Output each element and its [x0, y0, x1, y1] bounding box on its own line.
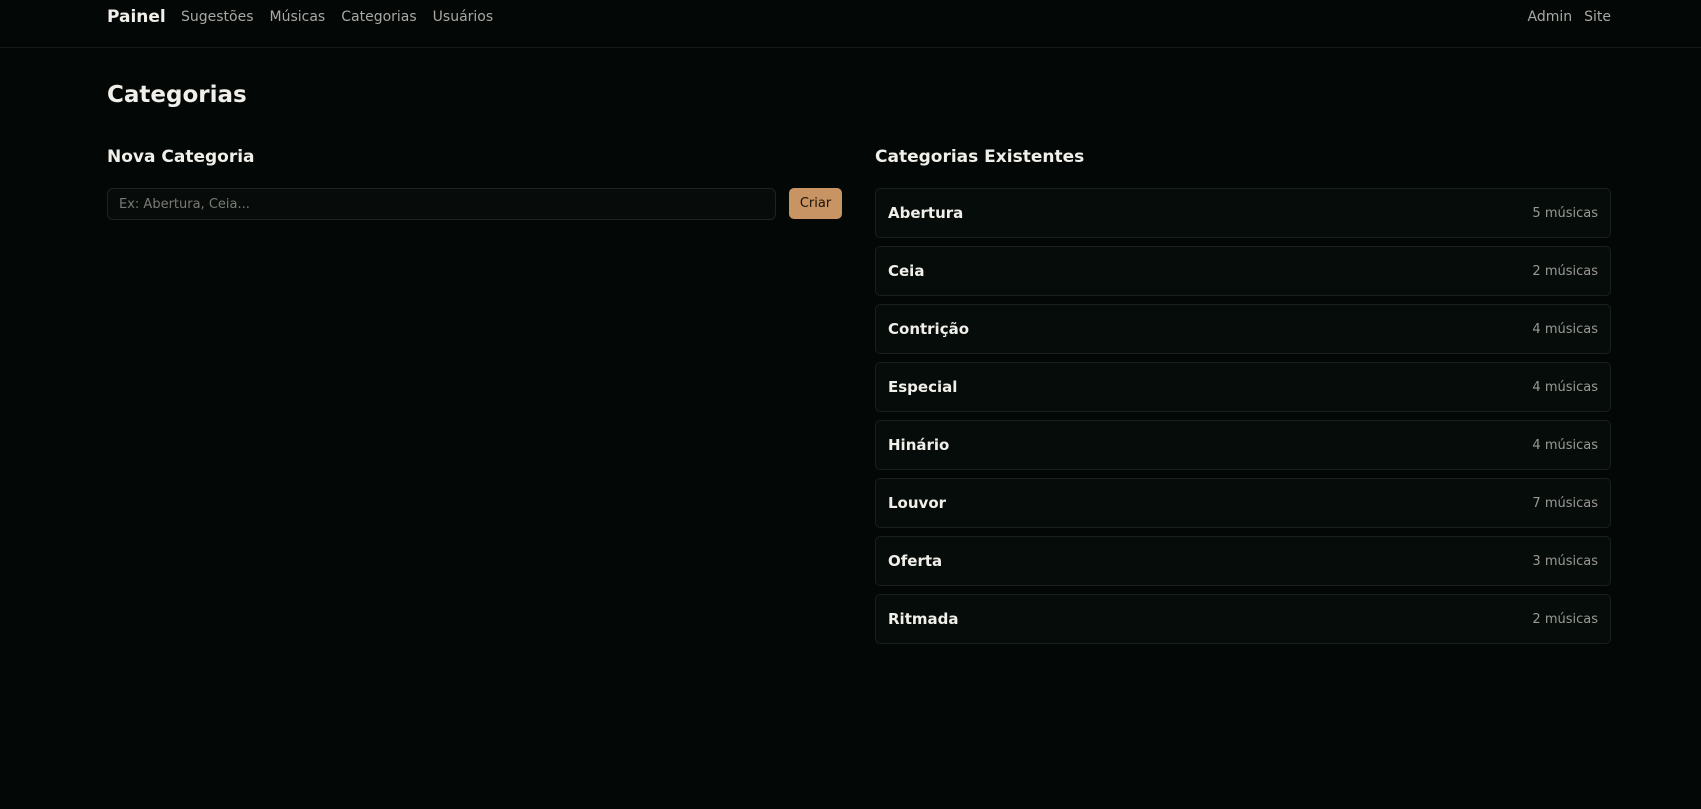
category-item[interactable]: Contrição 4 músicas — [875, 304, 1611, 354]
nav-link-site[interactable]: Site — [1584, 9, 1611, 25]
category-item[interactable]: Louvor 7 músicas — [875, 478, 1611, 528]
category-item[interactable]: Abertura 5 músicas — [875, 188, 1611, 238]
category-item[interactable]: Hinário 4 músicas — [875, 420, 1611, 470]
category-count: 7 músicas — [1532, 495, 1598, 511]
category-count: 2 músicas — [1532, 611, 1598, 627]
category-name: Louvor — [888, 494, 947, 512]
category-item[interactable]: Oferta 3 músicas — [875, 536, 1611, 586]
category-item[interactable]: Ritmada 2 músicas — [875, 594, 1611, 644]
category-name: Ceia — [888, 262, 925, 280]
nav-link-musicas[interactable]: Músicas — [270, 9, 326, 25]
category-name: Abertura — [888, 204, 964, 222]
category-item[interactable]: Ceia 2 músicas — [875, 246, 1611, 296]
category-count: 2 músicas — [1532, 263, 1598, 279]
top-navbar: Painel Sugestões Músicas Categorias Usuá… — [0, 0, 1701, 48]
new-category-heading: Nova Categoria — [107, 147, 255, 167]
category-count: 5 músicas — [1532, 205, 1598, 221]
nav-link-categorias[interactable]: Categorias — [341, 9, 416, 25]
create-category-button[interactable]: Criar — [789, 188, 842, 219]
category-item[interactable]: Especial 4 músicas — [875, 362, 1611, 412]
page-title: Categorias — [107, 82, 247, 108]
category-list: Abertura 5 músicas Ceia 2 músicas Contri… — [875, 188, 1611, 644]
category-name: Contrição — [888, 320, 970, 338]
category-count: 4 músicas — [1532, 321, 1598, 337]
existing-categories-heading: Categorias Existentes — [875, 147, 1085, 167]
nav-link-sugestoes[interactable]: Sugestões — [181, 9, 254, 25]
main-nav: Sugestões Músicas Categorias Usuários — [181, 9, 493, 25]
category-name: Oferta — [888, 552, 943, 570]
category-name: Ritmada — [888, 610, 959, 628]
user-nav: Admin Site — [1527, 9, 1611, 25]
nav-link-usuarios[interactable]: Usuários — [433, 9, 494, 25]
category-count: 3 músicas — [1532, 553, 1598, 569]
category-name-input[interactable] — [107, 188, 776, 220]
category-name: Hinário — [888, 436, 950, 454]
nav-link-admin[interactable]: Admin — [1527, 9, 1572, 25]
category-name: Especial — [888, 378, 958, 396]
category-count: 4 músicas — [1532, 379, 1598, 395]
brand-logo[interactable]: Painel — [107, 7, 166, 27]
category-count: 4 músicas — [1532, 437, 1598, 453]
